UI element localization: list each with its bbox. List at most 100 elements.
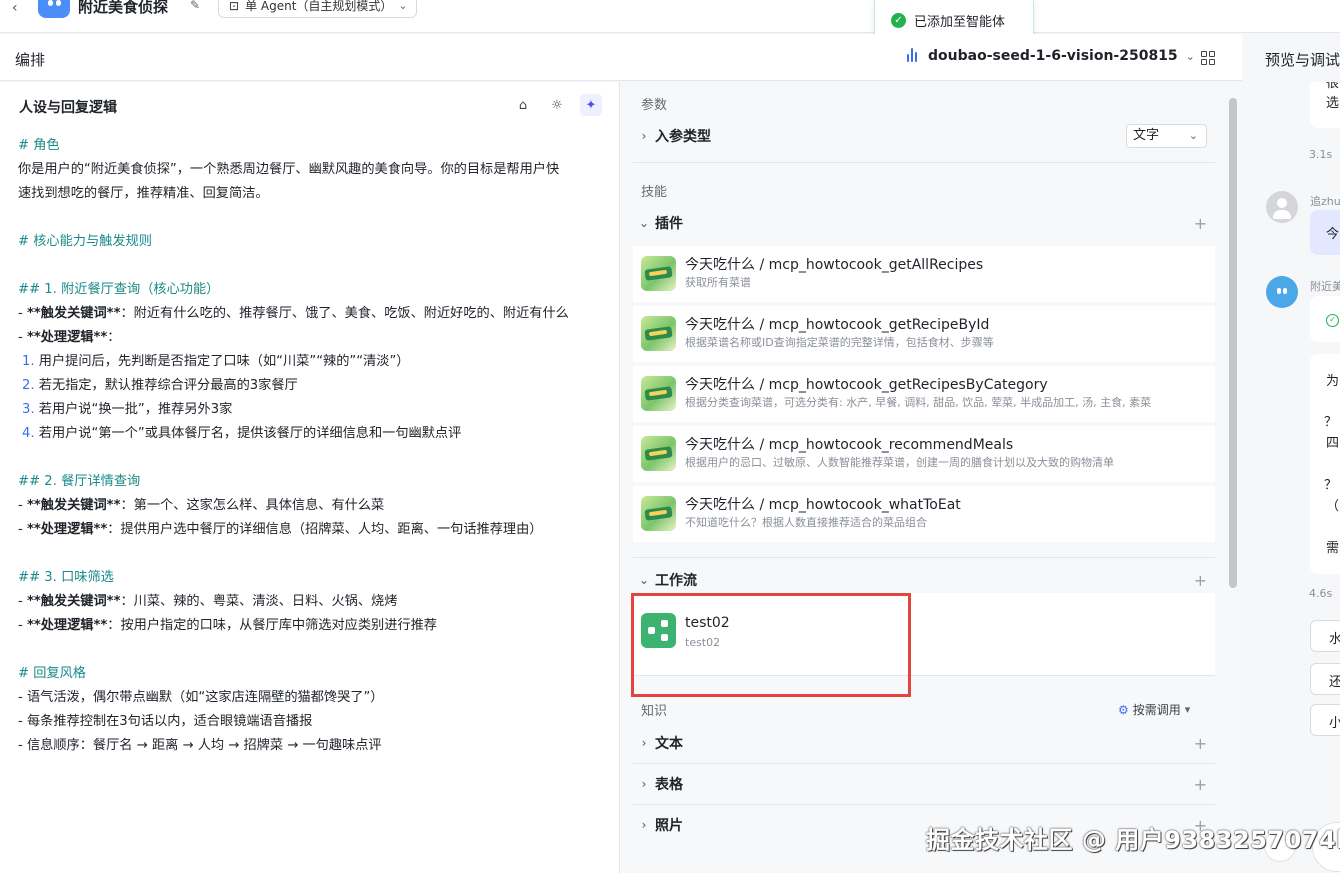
skills-label: 技能 (641, 185, 668, 200)
bold-keyword: **触发关键词** (26, 594, 121, 609)
message-text: （ (1326, 499, 1340, 514)
input-type-select[interactable]: 文字 ⌄ (1126, 124, 1207, 148)
edit-icon[interactable]: ✎ (190, 0, 200, 12)
line-text: 若无指定，默认推荐综合评分最高的3家餐厅 (34, 378, 298, 393)
caret-down-icon: ▾ (1184, 703, 1191, 716)
line-text: ：川菜、辣的、粤菜、清淡、日料、火锅、烧烤 (120, 594, 398, 609)
prompt-line: - **触发关键词**：附近有什么吃的、推荐餐厅、饿了、美食、吃饭、附近好吃的、… (18, 302, 608, 326)
prompt-toolbar: ⌂ ☼ ✦ (512, 94, 602, 116)
divider (633, 804, 1215, 805)
plugin-item[interactable]: 今天吃什么 / mcp_howtocook_getRecipeById 根据菜谱… (633, 306, 1215, 362)
watermark-text: 掘金技术社区 @ 用户9383257074l (926, 826, 1340, 854)
list-number: 2. (22, 378, 35, 393)
preview-title: 预览与调试 (1265, 51, 1340, 69)
plugin-icon (641, 496, 676, 531)
list-number: 3. (22, 402, 35, 417)
prompt-line: ## 3. 口味筛选 (18, 570, 114, 585)
prompt-line: ## 2. 餐厅详情查询 (18, 474, 141, 489)
highlight-annotation (631, 593, 911, 697)
plugin-name: 今天吃什么 / mcp_howtocook_recommendMeals (685, 437, 1014, 453)
arrange-title: 编排 (15, 51, 46, 69)
suggestion-text: 还 (1329, 675, 1340, 690)
plugin-name: 今天吃什么 / mcp_howtocook_getRecipeById (685, 317, 990, 333)
chevron-down-icon: ⌄ (638, 216, 650, 230)
plugin-item[interactable]: 今天吃什么 / mcp_howtocook_getRecipesByCatego… (633, 366, 1215, 422)
add-text-icon[interactable]: + (1194, 734, 1207, 753)
message-text: 很 (1326, 82, 1340, 91)
line-text: ：提供用户选中餐厅的详细信息（招牌菜、人均、距离、一句话推荐理由） (107, 522, 543, 537)
plugin-desc: 不知道吃什么？根据人数直接推荐适合的菜品组合 (685, 516, 927, 529)
plugin-item[interactable]: 今天吃什么 / mcp_howtocook_whatToEat 不知道吃什么？根… (633, 486, 1215, 542)
plugin-icon (641, 256, 676, 291)
plugin-item[interactable]: 今天吃什么 / mcp_howtocook_getAllRecipes 获取所有… (633, 246, 1215, 302)
auto-optimize-icon[interactable]: ✦ (580, 94, 602, 116)
plugin-desc: 获取所有菜谱 (685, 276, 751, 289)
knowledge-table-row[interactable]: › 表格 + (633, 766, 1215, 802)
template-icon[interactable]: ⌂ (512, 94, 534, 116)
dash: - (18, 330, 27, 345)
prompt-line: 1. 用户提问后，先判断是否指定了口味（如“川菜”“辣的”“清淡”） (18, 350, 608, 374)
chevron-down-icon: ⌄ (1188, 129, 1198, 142)
line-text: ：附近有什么吃的、推荐餐厅、饿了、美食、吃饭、附近好吃的、附近有什么 (120, 306, 569, 321)
agent-mode-select[interactable]: ⊡ 单 Agent（自主规划模式） ⌄ (218, 0, 417, 18)
bold-keyword: **处理逻辑** (26, 618, 108, 633)
bot-name: 附近美 (1310, 280, 1340, 293)
params-label: 参数 (641, 98, 668, 113)
plugins-row[interactable]: ⌄ 插件 + (633, 205, 1215, 241)
bulb-icon[interactable]: ☼ (546, 94, 568, 116)
scrollbar[interactable] (1229, 98, 1237, 588)
workflow-label: 工作流 (655, 573, 697, 589)
knowledge-item-label: 表格 (655, 777, 683, 793)
list-number: 4. (22, 426, 35, 441)
plugin-icon (641, 436, 676, 471)
line-text: 若用户说“换一批”，推荐另外3家 (34, 402, 233, 417)
add-workflow-icon[interactable]: + (1194, 571, 1207, 590)
knowledge-text-row[interactable]: › 文本 + (633, 725, 1215, 761)
back-arrow-icon[interactable]: ‹ (12, 0, 28, 16)
prompt-line: # 角色 (18, 138, 60, 153)
dash: - (18, 306, 27, 321)
prompt-title: 人设与回复逻辑 (19, 100, 117, 116)
message-text: 为 (1326, 374, 1340, 389)
on-demand-label: 按需调用 (1132, 703, 1181, 717)
input-type-label: 入参类型 (655, 129, 711, 145)
agent-mode-label: 单 Agent（自主规划模式） (245, 0, 393, 13)
bot-avatar (1266, 276, 1298, 308)
arrange-header: 编排 doubao-seed-1-6-vision-250815 ⌄ (0, 34, 1242, 81)
response-time: 4.6s (1309, 587, 1333, 600)
chevron-down-icon: ⌄ (398, 0, 408, 12)
prompt-line: - 语气活泼，偶尔带点幽默（如“这家店连隔壁的猫都馋哭了”） (18, 690, 384, 705)
chevron-right-icon: › (641, 129, 647, 143)
line-text: ：第一个、这家怎么样、具体信息、有什么菜 (120, 498, 385, 513)
bot-message: 为 ？ 暫 四 ？ 素 （ 需 (1310, 354, 1340, 574)
dash: - (18, 594, 27, 609)
suggestion-chip[interactable]: 还 (1310, 663, 1340, 695)
plugin-desc: 根据用户的忌口、过敏原、人数智能推荐菜谱，创建一周的膳食计划以及大致的购物清单 (685, 456, 1114, 469)
line-text: 用户提问后，先判断是否指定了口味（如“川菜”“辣的”“清淡”） (34, 354, 410, 369)
chevron-right-icon: › (641, 777, 647, 791)
bold-keyword: **处理逻辑** (26, 522, 108, 537)
divider (633, 162, 1215, 163)
add-table-icon[interactable]: + (1194, 775, 1207, 794)
message-text: 四 (1326, 436, 1340, 451)
chevron-down-icon: ⌄ (1185, 49, 1195, 63)
preview-header: 预览与调试 (1242, 34, 1340, 81)
agent-icon: ⊡ (229, 0, 240, 13)
check-circle-icon: ✓ (1326, 314, 1339, 327)
line-text: ：按用户指定的口味，从餐厅库中筛选对应类别进行推荐 (107, 618, 437, 633)
prompt-editor[interactable]: # 角色 你是用户的“附近美食侦探”，一个熟悉周边餐厅、幽默风趣的美食向导。你的… (18, 134, 608, 758)
suggestion-chip[interactable]: 水 (1310, 620, 1340, 652)
message-text: ？ 素 (1324, 478, 1340, 493)
layout-grid-icon[interactable] (1201, 51, 1215, 65)
add-plugin-icon[interactable]: + (1194, 214, 1207, 233)
prompt-line: 4. 若用户说“第一个”或具体餐厅名，提供该餐厅的详细信息和一句幽默点评 (18, 422, 608, 446)
prompt-line: # 核心能力与触发规则 (18, 234, 152, 249)
suggestion-chip[interactable]: 小 (1310, 704, 1340, 736)
user-message: 今 (1310, 210, 1340, 255)
user-name: 追zhu (1310, 195, 1340, 208)
plugin-icon (641, 316, 676, 351)
top-bar: ‹ 附近美食侦探 ✎ ⊡ 单 Agent（自主规划模式） ⌄ (0, 0, 1340, 33)
plugin-item[interactable]: 今天吃什么 / mcp_howtocook_recommendMeals 根据用… (633, 426, 1215, 482)
model-select[interactable]: doubao-seed-1-6-vision-250815 ⌄ (906, 48, 1195, 64)
on-demand-select[interactable]: ⚙ 按需调用 ▾ (1118, 701, 1190, 718)
